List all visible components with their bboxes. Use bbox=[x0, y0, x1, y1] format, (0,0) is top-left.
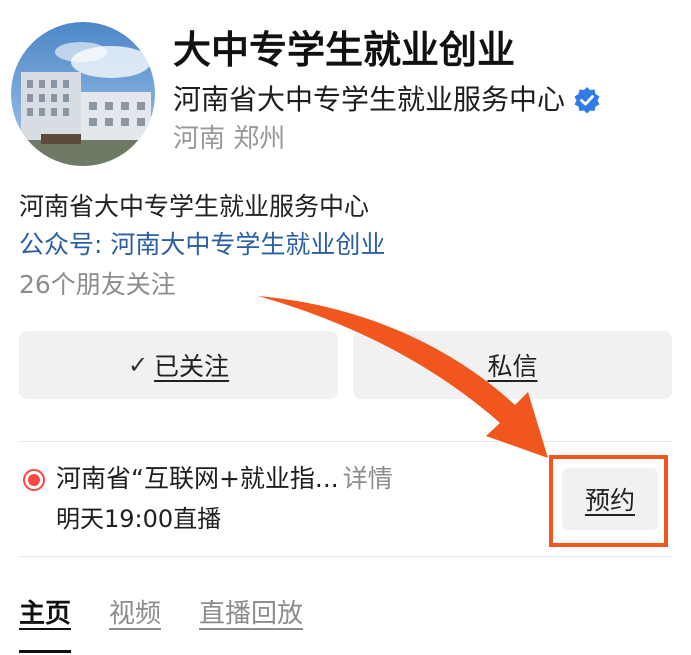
message-button[interactable]: 私信 bbox=[353, 331, 672, 399]
tab-videos[interactable]: 视频 bbox=[109, 595, 161, 645]
message-label: 私信 bbox=[487, 352, 538, 381]
reserve-label: 预约 bbox=[584, 486, 635, 515]
reserve-button[interactable]: 预约 bbox=[562, 468, 658, 530]
verified-icon bbox=[574, 87, 600, 114]
live-indicator-icon bbox=[23, 469, 45, 491]
bio-description: 河南省大中专学生就业服务中心 bbox=[19, 192, 370, 221]
tab-live-replay[interactable]: 直播回放 bbox=[199, 595, 303, 645]
tab-live-replay-label: 直播回放 bbox=[199, 599, 304, 629]
avatar-image bbox=[11, 22, 155, 166]
live-detail-link[interactable]: 详情 bbox=[343, 464, 393, 493]
divider bbox=[19, 441, 672, 442]
official-account-link[interactable]: 公众号: 河南大中专学生就业创业 bbox=[19, 228, 385, 262]
active-tab-indicator bbox=[19, 650, 72, 653]
live-time: 明天19:00直播 bbox=[56, 505, 222, 533]
org-row: 河南省大中专学生就业服务中心 bbox=[173, 80, 601, 120]
followed-button[interactable]: ✓ 已关注 bbox=[19, 331, 338, 399]
divider bbox=[19, 556, 672, 557]
tab-home[interactable]: 主页 bbox=[19, 595, 72, 653]
live-title-row[interactable]: 河南省“互联网+就业指... 详情 bbox=[56, 460, 393, 498]
friends-following[interactable]: 26个朋友关注 bbox=[19, 268, 176, 302]
location: 河南 郑州 bbox=[173, 124, 286, 154]
profile-name: 大中专学生就业创业 bbox=[173, 28, 516, 72]
tab-home-label: 主页 bbox=[19, 599, 72, 629]
tab-bar: 主页 视频 直播回放 bbox=[19, 595, 303, 653]
avatar[interactable] bbox=[11, 22, 155, 166]
followed-label: 已关注 bbox=[154, 352, 230, 381]
org-name: 河南省大中专学生就业服务中心 bbox=[173, 83, 566, 116]
live-title: 河南省“互联网+就业指... bbox=[56, 464, 339, 493]
check-icon: ✓ bbox=[127, 351, 149, 379]
tab-videos-label: 视频 bbox=[109, 599, 162, 629]
